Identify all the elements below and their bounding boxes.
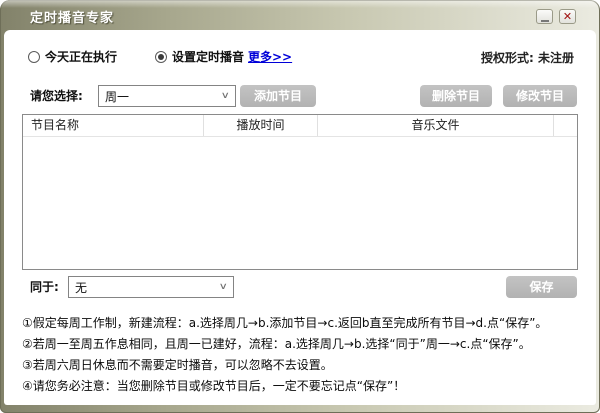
- radio-set-schedule[interactable]: 设置定时播音: [155, 48, 244, 65]
- save-button[interactable]: 保存: [506, 276, 577, 298]
- same-as-row: 同于: 无 ∨ 保存: [4, 276, 596, 298]
- column-header-play-time[interactable]: 播放时间: [204, 115, 318, 136]
- column-header-music-file[interactable]: 音乐文件: [318, 115, 554, 136]
- delete-program-button[interactable]: 删除节目: [420, 85, 492, 107]
- radio-checked-icon: [155, 50, 167, 63]
- chevron-down-icon: ∨: [219, 282, 229, 292]
- minimize-button[interactable]: [536, 9, 553, 24]
- instruction-line-4: ④请您务必注意：当您删除节目或修改节目后，一定不要忘记点“保存”！: [22, 379, 406, 393]
- radio-schedule-label: 设置定时播音: [172, 50, 245, 64]
- program-controls-row: 请您选择: 周一 ∨ 添加节目 删除节目 修改节目: [4, 85, 596, 107]
- column-header-extra: [554, 115, 577, 136]
- table-body-empty[interactable]: [23, 137, 577, 269]
- modify-program-button[interactable]: 修改节目: [503, 85, 577, 107]
- program-table: 节目名称 播放时间 音乐文件: [22, 114, 578, 270]
- mode-radio-group: 今天正在执行 设置定时播音 更多>> 授权形式: 未注册: [4, 48, 596, 65]
- radio-today-label: 今天正在执行: [45, 50, 118, 64]
- instruction-line-3: ③若周六周日休息而不需要定时播音，可以忽略不去设置。: [22, 358, 333, 372]
- same-as-select[interactable]: 无 ∨: [68, 276, 234, 298]
- radio-dot: [158, 53, 164, 60]
- weekday-select[interactable]: 周一 ∨: [98, 85, 236, 107]
- more-link[interactable]: 更多>>: [248, 48, 292, 65]
- column-header-program-name[interactable]: 节目名称: [23, 115, 204, 136]
- same-as-label: 同于:: [30, 280, 59, 294]
- radio-unchecked-icon: [28, 50, 40, 63]
- main-panel: 今天正在执行 设置定时播音 更多>> 授权形式: 未注册 请您选择: 周一 ∨ …: [4, 30, 596, 405]
- title-bar[interactable]: 定时播音专家 ✕: [0, 0, 600, 30]
- instructions-block: ①假定每周工作制，新建流程：a.选择周几→b.添加节目→c.返回b直至完成所有节…: [22, 313, 582, 397]
- window-title: 定时播音专家: [30, 11, 115, 26]
- close-icon: ✕: [562, 10, 573, 23]
- select-prompt-label: 请您选择:: [30, 89, 83, 103]
- add-program-button[interactable]: 添加节目: [240, 85, 316, 107]
- license-status: 授权形式: 未注册: [481, 51, 574, 65]
- close-button[interactable]: ✕: [559, 9, 576, 24]
- app-window: 定时播音专家 ✕ 今天正在执行 设置定时播音 更多>> 授权形式: 未注册 请您…: [0, 0, 600, 413]
- chevron-down-icon: ∨: [221, 91, 231, 101]
- same-as-select-value: 无: [75, 280, 88, 295]
- instruction-line-2: ②若周一至周五作息相同，且周一已建好，流程：a.选择周几→b.选择“同于”周一→…: [22, 337, 531, 351]
- instruction-line-1: ①假定每周工作制，新建流程：a.选择周几→b.添加节目→c.返回b直至完成所有节…: [22, 316, 548, 330]
- radio-today[interactable]: 今天正在执行: [28, 48, 117, 65]
- table-header-row: 节目名称 播放时间 音乐文件: [23, 115, 577, 137]
- minimize-icon: [540, 20, 549, 22]
- weekday-select-value: 周一: [105, 89, 130, 104]
